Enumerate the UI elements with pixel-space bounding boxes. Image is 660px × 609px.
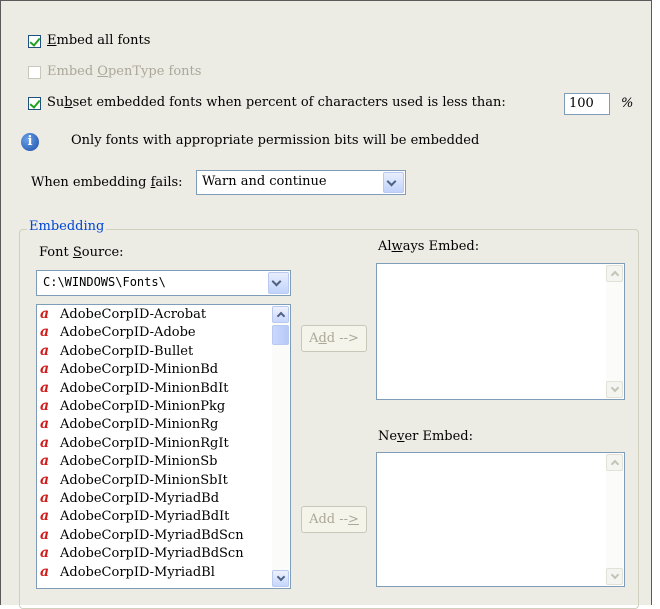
- font-name: AdobeCorpID-Bullet: [60, 343, 194, 359]
- font-list-item[interactable]: a AdobeCorpID-MinionRg: [40, 416, 218, 432]
- scroll-thumb[interactable]: [272, 325, 289, 345]
- embedding-fails-select[interactable]: Warn and continue: [196, 170, 406, 195]
- add-never-button[interactable]: Add -->: [301, 506, 367, 533]
- add-always-button[interactable]: Add -->: [301, 325, 367, 352]
- adobe-font-icon: a: [40, 508, 50, 525]
- never-embed-list[interactable]: [376, 452, 625, 587]
- font-name: AdobeCorpID-MinionSb: [60, 454, 218, 470]
- font-list-item[interactable]: a AdobeCorpID-MinionSb: [40, 453, 217, 469]
- never-embed-label: Never Embed:: [378, 429, 474, 444]
- font-embedding-panel: Embed all fonts Embed OpenType fonts Sub…: [0, 0, 652, 609]
- subset-fonts-checkbox[interactable]: [28, 97, 41, 110]
- embedding-fails-value: Warn and continue: [202, 174, 327, 189]
- font-list[interactable]: a AdobeCorpID-Acrobat a AdobeCorpID-Adobe a A…: [36, 304, 291, 589]
- always-embed-label: Always Embed:: [378, 239, 480, 254]
- font-list-item[interactable]: a AdobeCorpID-MyriadBdIt: [40, 508, 229, 524]
- chevron-down-icon[interactable]: [383, 172, 404, 193]
- font-list-item[interactable]: a AdobeCorpID-Acrobat: [40, 306, 206, 322]
- adobe-font-icon: a: [40, 526, 50, 543]
- scroll-down-icon[interactable]: [272, 570, 289, 587]
- font-list-item[interactable]: a AdobeCorpID-MyriadBdScn: [40, 527, 244, 543]
- percent-symbol: %: [621, 96, 634, 111]
- font-source-value: C:\WINDOWS\Fonts\: [43, 275, 166, 289]
- embedding-group-title: Embedding: [27, 219, 107, 234]
- adobe-font-icon: a: [40, 434, 50, 451]
- font-list-item[interactable]: a AdobeCorpID-Bullet: [40, 343, 193, 359]
- font-name: AdobeCorpID-MinionBdIt: [60, 380, 229, 396]
- embedding-fails-label: When embedding fails:: [31, 175, 183, 190]
- font-list-item[interactable]: a AdobeCorpID-MyriadBl: [40, 564, 215, 580]
- font-list-item[interactable]: a AdobeCorpID-MyriadBd: [40, 490, 219, 506]
- font-name: AdobeCorpID-MinionPkg: [60, 399, 226, 414]
- info-text: Only fonts with appropriate permission b…: [71, 133, 480, 148]
- font-name: AdobeCorpID-MyriadBdScn: [60, 546, 244, 562]
- subset-fonts-label[interactable]: Subset embedded fonts when percent of ch…: [47, 95, 506, 110]
- font-list-item[interactable]: a AdobeCorpID-MyriadBdScn: [40, 545, 244, 561]
- scroll-down-icon[interactable]: [606, 381, 623, 398]
- font-list-item[interactable]: a AdobeCorpID-Adobe: [40, 324, 196, 340]
- font-name: AdobeCorpID-MinionRg: [60, 417, 219, 433]
- chevron-down-icon[interactable]: [268, 272, 289, 294]
- font-source-label: Font Source:: [39, 245, 124, 260]
- adobe-font-icon: a: [40, 398, 50, 414]
- adobe-font-icon: a: [40, 379, 50, 396]
- font-name: AdobeCorpID-MyriadBdScn: [60, 527, 244, 543]
- scroll-up-icon[interactable]: [606, 454, 623, 471]
- adobe-font-icon: a: [40, 324, 50, 341]
- always-embed-list[interactable]: [376, 263, 625, 400]
- font-list-item[interactable]: a AdobeCorpID-MinionSbIt: [40, 472, 228, 488]
- font-name: AdobeCorpID-MinionRgIt: [60, 435, 229, 451]
- font-name: AdobeCorpID-Adobe: [60, 325, 196, 341]
- embed-opentype-label[interactable]: Embed OpenType fonts: [47, 64, 201, 79]
- embed-all-fonts-label[interactable]: Embed all fonts: [47, 33, 150, 48]
- adobe-font-icon: a: [40, 453, 50, 470]
- font-name: AdobeCorpID-MinionSbIt: [60, 472, 228, 488]
- never-embed-scrollbar[interactable]: [606, 454, 623, 585]
- font-name: AdobeCorpID-Acrobat: [60, 307, 207, 322]
- font-list-scrollbar[interactable]: [272, 306, 289, 587]
- adobe-font-icon: a: [40, 545, 50, 562]
- font-list-item[interactable]: a AdobeCorpID-MinionRgIt: [40, 435, 229, 451]
- scroll-up-icon[interactable]: [272, 306, 289, 323]
- adobe-font-icon: a: [40, 361, 50, 378]
- scroll-up-icon[interactable]: [606, 265, 623, 282]
- font-list-item[interactable]: a AdobeCorpID-MinionBdIt: [40, 380, 229, 396]
- font-list-item[interactable]: a AdobeCorpID-MinionPkg: [40, 398, 225, 414]
- font-name: AdobeCorpID-MyriadBdIt: [60, 509, 230, 525]
- adobe-font-icon: a: [40, 416, 50, 433]
- info-icon: i: [21, 133, 39, 151]
- always-embed-scrollbar[interactable]: [606, 265, 623, 398]
- adobe-font-icon: a: [40, 490, 50, 506]
- adobe-font-icon: a: [40, 563, 50, 580]
- font-list-item[interactable]: a AdobeCorpID-MinionBd: [40, 361, 218, 377]
- embed-all-fonts-checkbox[interactable]: [28, 35, 41, 48]
- adobe-font-icon: a: [40, 306, 50, 322]
- embed-opentype-checkbox[interactable]: [28, 66, 41, 79]
- adobe-font-icon: a: [40, 471, 50, 488]
- scroll-down-icon[interactable]: [606, 568, 623, 585]
- font-name: AdobeCorpID-MyriadBl: [60, 564, 215, 580]
- subset-percent-input[interactable]: 100: [564, 93, 610, 115]
- adobe-font-icon: a: [40, 342, 50, 359]
- font-source-select[interactable]: C:\WINDOWS\Fonts\: [36, 270, 291, 296]
- font-name: AdobeCorpID-MyriadBd: [60, 491, 220, 506]
- font-name: AdobeCorpID-MinionBd: [60, 362, 219, 378]
